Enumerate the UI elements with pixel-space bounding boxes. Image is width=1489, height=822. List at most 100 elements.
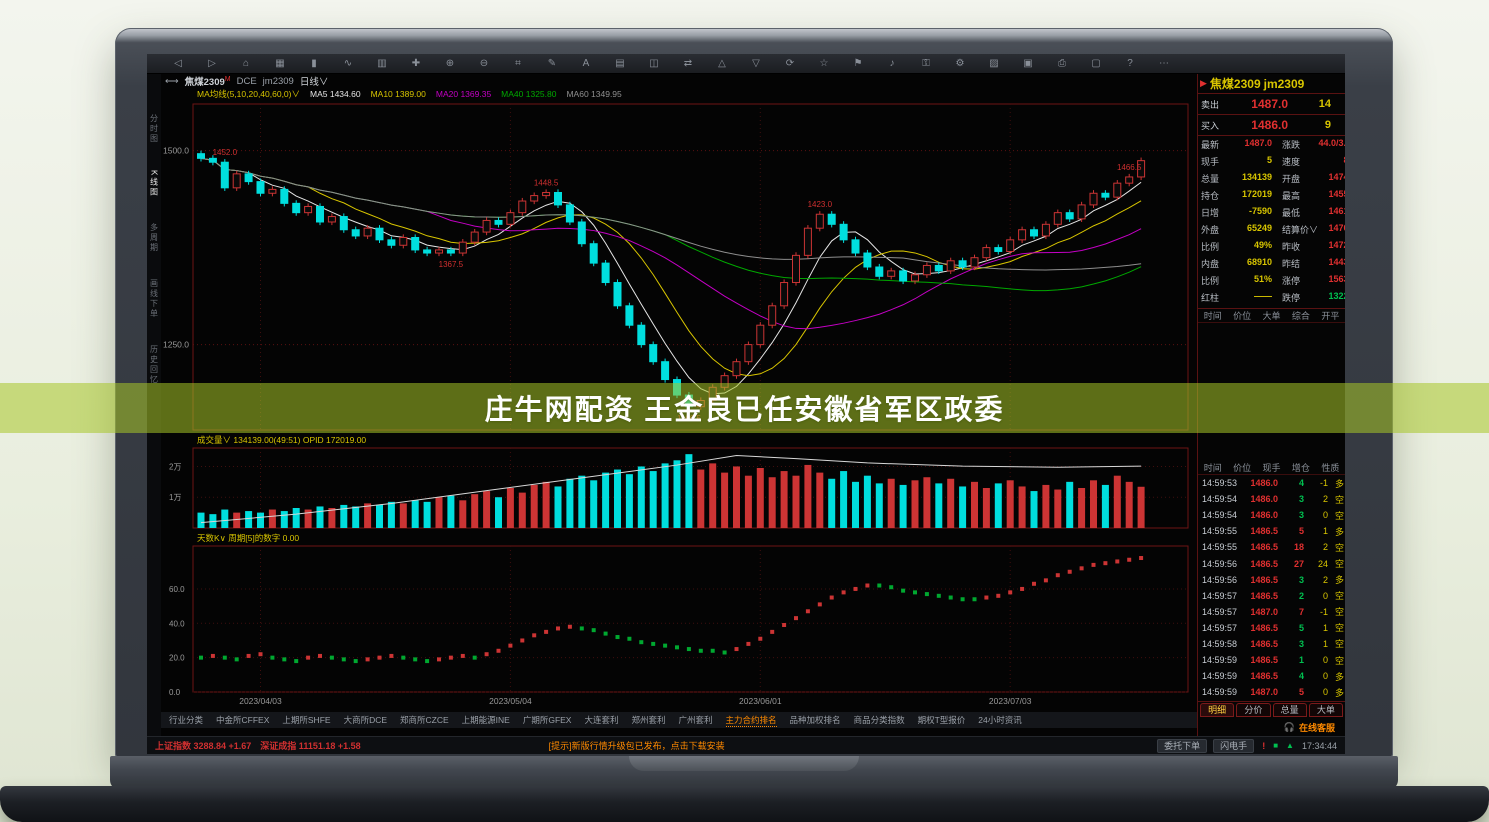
- help-icon[interactable]: ?: [1113, 55, 1147, 73]
- trade-row-1[interactable]: 14:59:541486.032空: [1198, 491, 1345, 507]
- trade-row-8[interactable]: 14:59:571487.07-1空: [1198, 604, 1345, 620]
- svg-text:20.0: 20.0: [169, 654, 185, 663]
- bottom-tab-3[interactable]: 大商所DCE: [344, 714, 387, 726]
- quote-tab-大单[interactable]: 大单: [1309, 703, 1343, 717]
- laptop-base: [0, 786, 1489, 822]
- lock-icon[interactable]: ⚿: [909, 55, 943, 73]
- save-icon[interactable]: ▣: [1011, 55, 1045, 73]
- status-chip-1[interactable]: 闪电手: [1213, 739, 1254, 753]
- settings-icon[interactable]: ⚙: [943, 55, 977, 73]
- bottom-tab-0[interactable]: 行业分类: [169, 714, 203, 726]
- overlay-banner[interactable]: 庄牛网配资 王金良已任安徽省军区政委: [0, 383, 1489, 433]
- quote-tab-分价[interactable]: 分价: [1236, 703, 1270, 717]
- bottom-tab-8[interactable]: 郑州套利: [632, 714, 666, 726]
- page: ◁▷⌂▦▮∿▥✚⊕⊖⌗✎A▤◫⇄△▽⟳☆⚑♪⚿⚙▨▣⎙▢?⋯ 分时图 K线图多周期…: [0, 0, 1489, 822]
- vtab-0[interactable]: 分时图: [149, 114, 160, 144]
- bottom-tab-11[interactable]: 品种加权排名: [790, 714, 841, 726]
- line-chart-icon[interactable]: ∿: [331, 55, 365, 73]
- bottom-tab-10[interactable]: 主力合约排名: [726, 714, 777, 727]
- svg-text:1423.0: 1423.0: [808, 200, 833, 209]
- bottom-tab-4[interactable]: 郑商所CZCE: [400, 714, 449, 726]
- draw-icon[interactable]: ✎: [535, 55, 569, 73]
- period-selector[interactable]: 日线∨: [300, 74, 329, 88]
- svg-text:2023/05/04: 2023/05/04: [489, 696, 532, 706]
- resize-icon[interactable]: ⟷: [165, 76, 179, 87]
- ma-indicator-header[interactable]: MA均线(5,10,20,40,60,0)∨MA5 1434.60MA10 13…: [161, 88, 1197, 100]
- up-arrow-icon[interactable]: △: [705, 55, 739, 73]
- down-arrow-icon[interactable]: ▽: [739, 55, 773, 73]
- ma-value-MA5: MA5 1434.60: [310, 89, 361, 99]
- refresh-icon[interactable]: ⟳: [773, 55, 807, 73]
- vtab-4[interactable]: 历史回忆: [149, 345, 160, 385]
- trade-row-9[interactable]: 14:59:571486.551空: [1198, 620, 1345, 636]
- trade-row-4[interactable]: 14:59:551486.5182空: [1198, 539, 1345, 555]
- back-icon[interactable]: ◁: [161, 55, 195, 73]
- zoom-in-icon[interactable]: ⊕: [433, 55, 467, 73]
- bottom-tab-6[interactable]: 广期所GFEX: [523, 714, 572, 726]
- ruler-icon[interactable]: ⌗: [501, 55, 535, 73]
- svg-text:1466.5: 1466.5: [1117, 163, 1142, 172]
- vtab-2[interactable]: 多周期: [149, 223, 160, 253]
- bar-chart-icon[interactable]: ▥: [365, 55, 399, 73]
- more-icon[interactable]: ⋯: [1147, 55, 1181, 73]
- split-view-icon[interactable]: ◫: [637, 55, 671, 73]
- status-chip-0[interactable]: 委托下单: [1157, 739, 1207, 753]
- forward-icon[interactable]: ▷: [195, 55, 229, 73]
- bottom-tab-12[interactable]: 商品分类指数: [854, 714, 905, 726]
- bottom-tab-7[interactable]: 大连套利: [584, 714, 618, 726]
- candlestick-icon[interactable]: ▮: [297, 55, 331, 73]
- flag-icon[interactable]: ⚑: [841, 55, 875, 73]
- quote-grid-row-4: 日增-7590最低1461.0: [1198, 206, 1345, 223]
- quote-title: ▶ 焦煤2309 jm2309: [1198, 74, 1345, 94]
- trade-row-3[interactable]: 14:59:551486.551多: [1198, 523, 1345, 539]
- ask-qty: 14: [1288, 98, 1345, 110]
- bottom-tab-bar: 行业分类 中金所CFFEX 上期所SHFE 大商所DCE 郑商所CZCE 上期能源INE 广…: [161, 712, 1197, 728]
- quote-tab-总量[interactable]: 总量: [1273, 703, 1307, 717]
- svg-text:60.0: 60.0: [169, 585, 185, 594]
- print-icon[interactable]: ⎙: [1045, 55, 1079, 73]
- compare-icon[interactable]: ⇄: [671, 55, 705, 73]
- trade-row-7[interactable]: 14:59:571486.520空: [1198, 588, 1345, 604]
- trade-row-13[interactable]: 14:59:591487.050多: [1198, 684, 1345, 700]
- update-notice[interactable]: [提示]新版行情升级包已发布，点击下载安装: [549, 739, 725, 752]
- favorite-icon[interactable]: ☆: [807, 55, 841, 73]
- status-chips: 委托下单闪电手: [1157, 739, 1254, 753]
- cross-cursor-icon[interactable]: ✚: [399, 55, 433, 73]
- trade-row-6[interactable]: 14:59:561486.532多: [1198, 572, 1345, 588]
- bid-row[interactable]: 买入 1486.0 9: [1198, 115, 1345, 136]
- trade-list[interactable]: 14:59:531486.04-1多14:59:541486.032空14:59…: [1198, 475, 1345, 701]
- grid-icon[interactable]: ▦: [263, 55, 297, 73]
- quote-grid-row-1: 现手5速度8.0: [1198, 155, 1345, 172]
- online-service[interactable]: 🎧 在线客服: [1198, 718, 1345, 736]
- banner-text: 庄牛网配资 王金良已任安徽省军区政委: [485, 388, 1005, 428]
- snapshot-icon[interactable]: ▢: [1079, 55, 1113, 73]
- ask-row[interactable]: 卖出 1487.0 14: [1198, 94, 1345, 115]
- bottom-tab-5[interactable]: 上期能源INE: [462, 714, 510, 726]
- layers-icon[interactable]: ▤: [603, 55, 637, 73]
- svg-text:2023/06/01: 2023/06/01: [739, 696, 782, 706]
- bottom-tab-2[interactable]: 上期所SHFE: [282, 714, 330, 726]
- bottom-tab-13[interactable]: 期权T型报价: [918, 714, 966, 726]
- bottom-tab-14[interactable]: 24小时资讯: [978, 714, 1021, 726]
- quote-code: jm2309: [1264, 77, 1305, 91]
- trade-row-0[interactable]: 14:59:531486.04-1多: [1198, 475, 1345, 491]
- zoom-out-icon[interactable]: ⊖: [467, 55, 501, 73]
- quote-tab-明细[interactable]: 明细: [1200, 703, 1234, 717]
- trade-row-5[interactable]: 14:59:561486.52724空: [1198, 555, 1345, 571]
- bottom-tab-9[interactable]: 广州套利: [679, 714, 713, 726]
- trade-row-12[interactable]: 14:59:591486.540多: [1198, 668, 1345, 684]
- trade-row-11[interactable]: 14:59:591486.510空: [1198, 652, 1345, 668]
- text-tool-icon[interactable]: A: [569, 55, 603, 73]
- trade-row-10[interactable]: 14:59:581486.531空: [1198, 636, 1345, 652]
- alert-icon[interactable]: ♪: [875, 55, 909, 73]
- quote-grid-row-5: 外盘65249结算价∨1470.5: [1198, 223, 1345, 240]
- home-icon[interactable]: ⌂: [229, 55, 263, 73]
- svg-text:2万: 2万: [169, 462, 181, 471]
- palette-icon[interactable]: ▨: [977, 55, 1011, 73]
- vtab-1[interactable]: K线图: [149, 170, 160, 197]
- trade-row-2[interactable]: 14:59:541486.030空: [1198, 507, 1345, 523]
- app-toolbar: ◁▷⌂▦▮∿▥✚⊕⊖⌗✎A▤◫⇄△▽⟳☆⚑♪⚿⚙▨▣⎙▢?⋯: [147, 54, 1345, 74]
- bottom-tab-1[interactable]: 中金所CFFEX: [216, 714, 269, 726]
- vtab-3[interactable]: 画线下单: [149, 279, 160, 319]
- clock: 17:34:44: [1302, 741, 1337, 751]
